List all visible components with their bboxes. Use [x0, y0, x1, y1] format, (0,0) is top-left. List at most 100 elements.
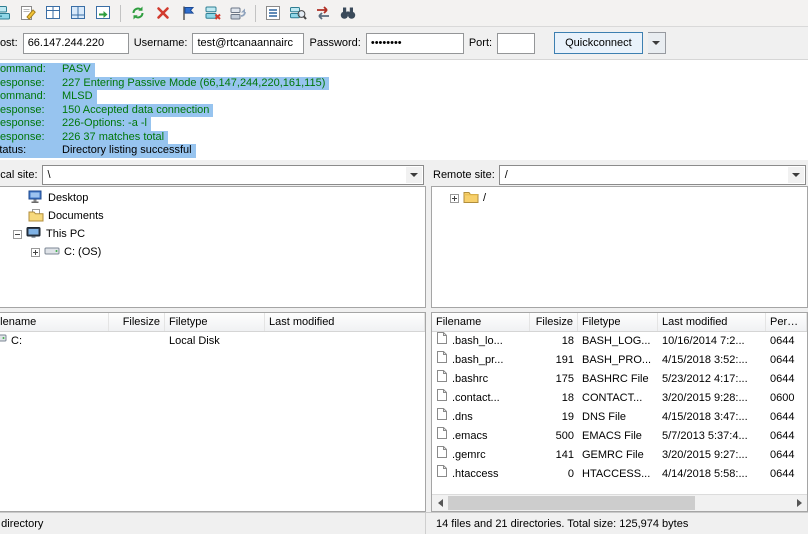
- scroll-right-button[interactable]: [791, 495, 807, 511]
- file-row[interactable]: .gemrc 141 GEMRC File 3/20/2015 9:27:...…: [432, 446, 807, 465]
- reconnect-button[interactable]: [226, 2, 250, 25]
- local-list-header: Filename Filesize Filetype Last modified: [0, 313, 425, 332]
- password-label: Password:: [309, 37, 360, 49]
- tree-item-desktop[interactable]: Desktop: [0, 189, 425, 207]
- file-row[interactable]: .bash_pr... 191 BASH_PRO... 4/15/2018 3:…: [432, 351, 807, 370]
- column-header-filename[interactable]: Filename: [0, 313, 109, 331]
- documents-folder-icon: [28, 208, 44, 225]
- column-header-filetype[interactable]: Filetype: [165, 313, 265, 331]
- file-row[interactable]: .bash_lo... 18 BASH_LOG... 10/16/2014 7:…: [432, 332, 807, 351]
- find-files-button[interactable]: [336, 2, 360, 25]
- scroll-right-icon: [797, 499, 802, 507]
- log-line[interactable]: Response:227 Entering Passive Mode (66,1…: [0, 77, 808, 91]
- cancel-icon: [154, 4, 172, 22]
- column-header-last-modified[interactable]: Last modified: [658, 313, 766, 331]
- message-log-icon: [19, 4, 37, 22]
- column-header-filename[interactable]: Filename: [432, 313, 530, 331]
- combo-dropdown-button[interactable]: [788, 167, 804, 183]
- file-row[interactable]: .contact... 18 CONTACT... 3/20/2015 9:28…: [432, 389, 807, 408]
- expand-icon[interactable]: [31, 248, 40, 257]
- local-status-text: 1 directory: [0, 513, 426, 534]
- tree-item-this-pc[interactable]: This PC: [0, 225, 425, 243]
- filter-button[interactable]: [261, 2, 285, 25]
- remote-site-combobox[interactable]: /: [499, 165, 806, 185]
- disconnect-button[interactable]: [201, 2, 225, 25]
- refresh-icon: [129, 4, 147, 22]
- local-file-rows: C: Local Disk: [0, 332, 425, 511]
- file-icon: [436, 465, 448, 484]
- column-header-permissions[interactable]: Permissions: [766, 313, 807, 331]
- status-bar: 1 directory 14 files and 21 directories.…: [0, 512, 808, 534]
- disk-drive-icon: [0, 332, 7, 351]
- log-line[interactable]: Response:150 Accepted data connection: [0, 104, 808, 118]
- file-row[interactable]: .dns 19 DNS File 4/15/2018 3:47:... 0644: [432, 408, 807, 427]
- host-label: Host:: [0, 37, 18, 49]
- file-row[interactable]: .emacs 500 EMACS File 5/7/2013 5:37:4...…: [432, 427, 807, 446]
- tree-item-root[interactable]: /: [432, 189, 807, 207]
- remote-directory-tree: /: [431, 186, 808, 308]
- flag-button[interactable]: [176, 2, 200, 25]
- local-site-value: \: [48, 169, 51, 181]
- scroll-left-icon: [438, 499, 443, 507]
- desktop-icon: [28, 190, 44, 207]
- file-row[interactable]: .bashrc 175 BASHRC File 5/23/2012 4:17:.…: [432, 370, 807, 389]
- log-line[interactable]: Status:Directory listing successful: [0, 144, 808, 158]
- filter-icon: [264, 4, 282, 22]
- log-line[interactable]: Response:226-Options: -a -l: [0, 117, 808, 131]
- file-row[interactable]: C: Local Disk: [0, 332, 425, 351]
- tree-item-c-drive[interactable]: C: (OS): [0, 243, 425, 261]
- port-input[interactable]: [497, 33, 535, 54]
- synchronized-browsing-button[interactable]: [311, 2, 335, 25]
- queue-panel-icon: [94, 4, 112, 22]
- toggle-message-log-button[interactable]: [16, 2, 40, 25]
- collapse-icon[interactable]: [13, 230, 22, 239]
- column-header-last-modified[interactable]: Last modified: [265, 313, 425, 331]
- remote-site-label: Remote site:: [433, 169, 495, 181]
- filezilla-window: Host: Username: Password: Port: Quickcon…: [0, 0, 808, 534]
- quickconnect-button[interactable]: Quickconnect: [554, 32, 643, 54]
- expand-icon[interactable]: [450, 194, 459, 203]
- remote-list-header: Filename Filesize Filetype Last modified…: [432, 313, 807, 332]
- directory-comparison-button[interactable]: [286, 2, 310, 25]
- toolbar-separator: [255, 5, 256, 22]
- column-header-filetype[interactable]: Filetype: [578, 313, 658, 331]
- flag-icon: [179, 4, 197, 22]
- file-row[interactable]: .htaccess 0 HTACCESS... 4/14/2018 5:58:.…: [432, 465, 807, 484]
- toggle-queue-button[interactable]: [91, 2, 115, 25]
- cancel-button[interactable]: [151, 2, 175, 25]
- disconnect-icon: [204, 4, 222, 22]
- remote-tree-pane: Remote site: / /: [431, 164, 808, 308]
- log-line[interactable]: Command:MLSD: [0, 90, 808, 104]
- chevron-down-icon: [410, 173, 418, 177]
- quickconnect-dropdown-button[interactable]: [648, 32, 666, 54]
- host-input[interactable]: [23, 33, 129, 54]
- combo-dropdown-button[interactable]: [406, 167, 422, 183]
- toggle-remote-tree-button[interactable]: [66, 2, 90, 25]
- site-manager-icon: [0, 4, 12, 22]
- scroll-left-button[interactable]: [432, 495, 448, 511]
- scrollbar-track[interactable]: [448, 495, 791, 511]
- folder-icon: [463, 190, 479, 206]
- username-label: Username:: [134, 37, 188, 49]
- column-header-filesize[interactable]: Filesize: [109, 313, 165, 331]
- chevron-down-icon: [792, 173, 800, 177]
- horizontal-scrollbar[interactable]: [432, 494, 807, 511]
- local-site-combobox[interactable]: \: [42, 165, 424, 185]
- refresh-button[interactable]: [126, 2, 150, 25]
- tree-item-documents[interactable]: Documents: [0, 207, 425, 225]
- site-manager-button[interactable]: [0, 2, 15, 25]
- column-header-filesize[interactable]: Filesize: [530, 313, 578, 331]
- toggle-local-tree-button[interactable]: [41, 2, 65, 25]
- tree-panes: Local site: \ Desktop Documents: [0, 164, 808, 308]
- file-list-panes: Filename Filesize Filetype Last modified…: [0, 312, 808, 512]
- password-input[interactable]: [366, 33, 464, 54]
- log-line[interactable]: Response:226 37 matches total: [0, 131, 808, 145]
- computer-icon: [26, 226, 42, 243]
- toolbar-separator: [120, 5, 121, 22]
- username-input[interactable]: [192, 33, 304, 54]
- message-log: Command:PASV Response:227 Entering Passi…: [0, 60, 808, 160]
- remote-file-rows: .bash_lo... 18 BASH_LOG... 10/16/2014 7:…: [432, 332, 807, 494]
- scrollbar-thumb[interactable]: [448, 496, 695, 510]
- remote-site-row: Remote site: /: [431, 164, 808, 186]
- log-line[interactable]: Command:PASV: [0, 63, 808, 77]
